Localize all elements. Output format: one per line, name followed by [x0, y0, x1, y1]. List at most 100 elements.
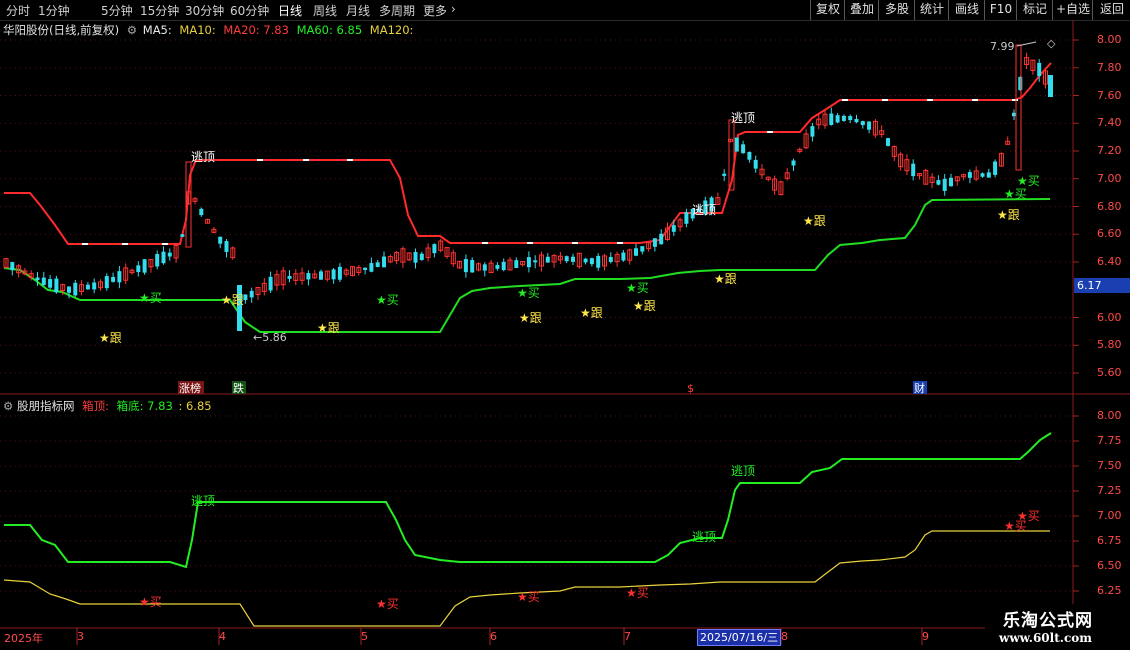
event-limitdown-badge: 跌	[233, 381, 244, 395]
sub-escape-label: 逃顶	[692, 530, 716, 544]
buy-signal-label: ★买	[139, 291, 162, 305]
candle-body	[249, 290, 254, 298]
candle-body	[470, 260, 475, 273]
candle-body	[634, 248, 638, 256]
sub-buy-label: ★买	[376, 597, 399, 611]
candle-body	[514, 260, 519, 268]
candle-body	[1012, 112, 1016, 117]
date-month-label: 6	[490, 630, 497, 643]
candle-body	[48, 279, 53, 288]
candle-body	[161, 251, 166, 264]
candle-body	[117, 271, 122, 283]
candle-body	[495, 264, 500, 269]
candle-body	[684, 212, 689, 224]
candle-body	[224, 241, 229, 252]
candle-body	[35, 277, 40, 281]
candle-body	[155, 254, 160, 267]
candle-body	[218, 236, 223, 244]
sub-buy-label: ★买	[1017, 509, 1040, 523]
main-axis-tick: 7.40	[1097, 116, 1122, 130]
follow-signal-label: ★跟	[803, 214, 826, 228]
main-axis-tick: 8.00	[1097, 33, 1122, 46]
follow-signal-label: ★跟	[519, 311, 542, 325]
candle-body	[287, 275, 292, 279]
candle-body	[111, 277, 116, 282]
follow-signal-label: ★跟	[99, 331, 122, 345]
sub-box-top-line	[4, 432, 1052, 569]
candle-body	[319, 271, 323, 280]
sub-axis-tick: 8.00	[1097, 409, 1122, 422]
candle-body	[993, 161, 998, 175]
sub-axis-tick: 7.25	[1097, 484, 1122, 497]
candle-body	[1037, 62, 1042, 77]
candle-body	[911, 163, 916, 177]
main-axis-tick: 6.60	[1097, 227, 1122, 241]
candle-body	[482, 264, 487, 271]
buy-signal-label: ★买	[1004, 187, 1027, 201]
candle-body	[741, 144, 746, 154]
candle-body	[142, 259, 147, 273]
candle-body	[306, 273, 311, 280]
candle-body	[835, 115, 840, 123]
candle-body	[791, 160, 796, 166]
candle-body	[369, 263, 374, 272]
sub-axis-tick: 7.00	[1097, 509, 1122, 522]
follow-signal-label: ★跟	[997, 208, 1020, 222]
follow-signal-label: ★跟	[580, 306, 603, 320]
high-arrow-line	[1016, 41, 1037, 47]
sub-buy-label: ★买	[626, 586, 649, 600]
main-axis-tick: 6.00	[1097, 310, 1122, 324]
candle-body	[363, 267, 368, 271]
candle-body	[337, 266, 342, 280]
candle-body	[375, 262, 380, 268]
candle-body	[640, 246, 645, 252]
candle-body	[104, 276, 109, 289]
candle-body	[753, 159, 758, 169]
candle-body	[432, 244, 437, 254]
candle-body	[85, 284, 90, 290]
candle-body	[268, 276, 273, 291]
sub-buy-label: ★买	[517, 590, 540, 604]
sub-axis-tick: 6.25	[1097, 584, 1122, 597]
sub-axis-tick: 7.50	[1097, 459, 1122, 472]
candle-body	[382, 256, 386, 268]
candle-body	[967, 172, 972, 178]
candle-body	[886, 138, 890, 146]
candle-body	[92, 282, 97, 290]
current-price-badge: 6.17	[1074, 278, 1130, 293]
main-axis-tick: 5.60	[1097, 366, 1122, 379]
sub-box-bottom-line	[3, 530, 1050, 627]
follow-signal-label: ★跟	[633, 299, 656, 313]
event-limitup-badge: 涨榜	[179, 381, 201, 395]
date-year-label: 2025年	[4, 632, 43, 645]
chart-canvas[interactable]: 逃顶逃顶逃顶★买 ★买 ★买 ★买★买★买★跟★跟★跟★跟 ★跟 ★跟★跟★跟 ★跟7.99…	[0, 0, 1130, 650]
crosshair-date-label: 2025/07/16/三	[697, 629, 782, 646]
sub-buy-label: ★买	[139, 595, 162, 609]
candle-body	[136, 265, 141, 273]
candle-body	[67, 286, 71, 293]
candle-body	[73, 282, 78, 296]
sub-axis-tick: 7.75	[1097, 434, 1122, 447]
candle-body	[671, 225, 676, 232]
buy-signal-label: ★买	[376, 293, 399, 307]
candle-body	[10, 262, 15, 271]
escape-top-label: 逃顶	[692, 203, 716, 217]
candle-body	[180, 234, 185, 237]
candle-body	[596, 255, 601, 268]
candle-body	[564, 256, 569, 262]
candle-body	[167, 252, 172, 257]
candle-body	[608, 256, 613, 262]
follow-signal-label: ★跟	[317, 321, 340, 335]
candle-body	[652, 238, 657, 247]
candle-body	[571, 256, 575, 262]
candle-body	[419, 253, 424, 260]
candle-body	[810, 126, 815, 137]
buy-signal-label: ★买	[517, 286, 540, 300]
candle-body	[659, 233, 664, 245]
sub-axis-tick: 6.75	[1097, 534, 1122, 547]
candle-body	[986, 172, 991, 178]
event-finance-badge: 财	[914, 381, 925, 395]
buy-signal-label: ★买	[1017, 174, 1040, 188]
date-month-label: 7	[624, 630, 631, 643]
candle-body	[621, 252, 626, 261]
